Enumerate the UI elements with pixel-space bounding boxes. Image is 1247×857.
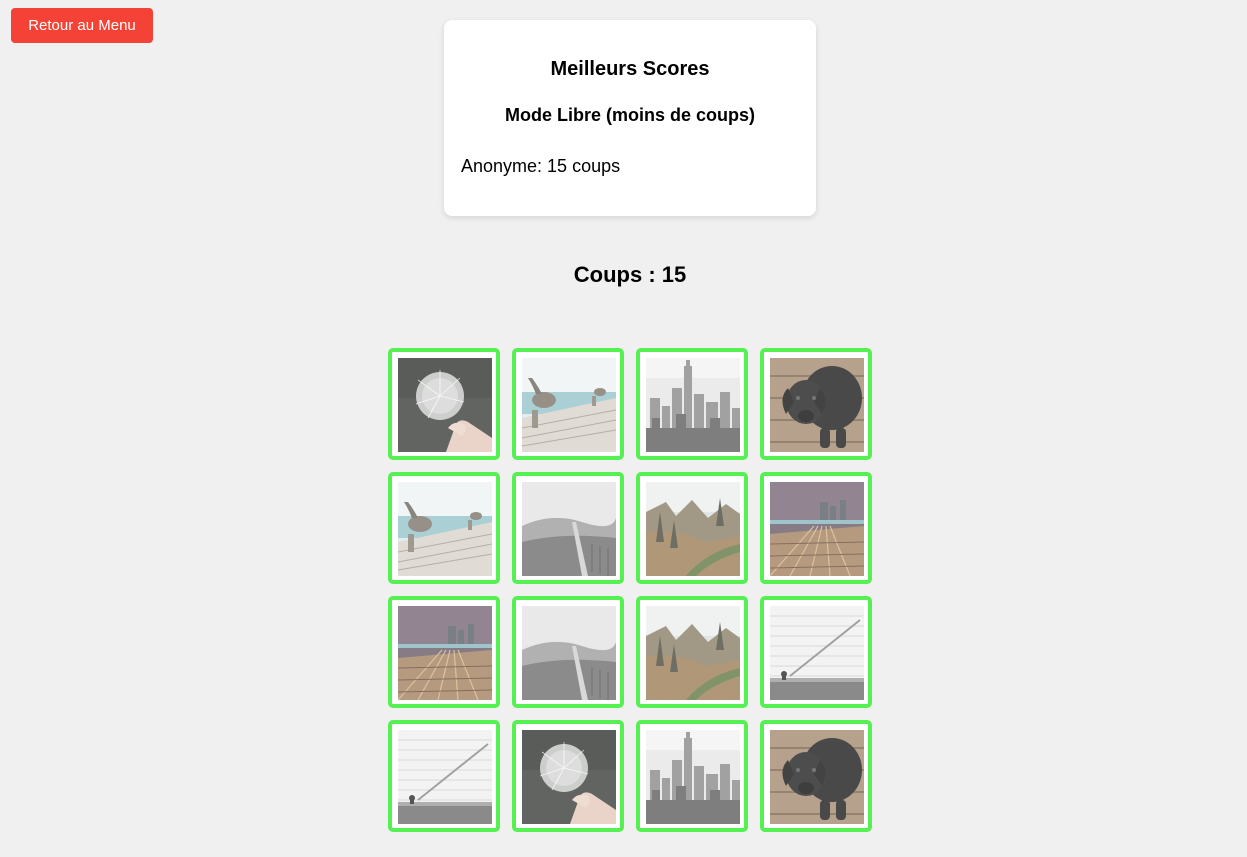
city-skyline-image: [646, 730, 740, 824]
pelican-pier-image: [398, 482, 492, 576]
high-scores-panel: Meilleurs Scores Mode Libre (moins de co…: [444, 20, 816, 216]
memory-card[interactable]: [636, 348, 748, 460]
scores-list: Anonyme: 15 coups: [461, 156, 620, 177]
memory-card[interactable]: [388, 472, 500, 584]
black-dog-image: [770, 730, 864, 824]
autumn-forest-image: [646, 482, 740, 576]
autumn-forest-image: [646, 606, 740, 700]
railway-dusk-image: [770, 482, 864, 576]
memory-card[interactable]: [512, 720, 624, 832]
memory-card[interactable]: [512, 596, 624, 708]
black-dog-image: [770, 358, 864, 452]
score-entry: Anonyme: 15 coups: [461, 156, 621, 176]
hills-path-image: [522, 482, 616, 576]
memory-card[interactable]: [636, 720, 748, 832]
back-to-menu-button[interactable]: Retour au Menu: [11, 8, 153, 43]
pelican-pier-image: [522, 358, 616, 452]
memory-card[interactable]: [636, 472, 748, 584]
memory-card[interactable]: [388, 348, 500, 460]
memory-card[interactable]: [512, 348, 624, 460]
memory-card[interactable]: [636, 596, 748, 708]
memory-board: [388, 348, 872, 832]
memory-card[interactable]: [388, 596, 500, 708]
memory-card[interactable]: [760, 472, 872, 584]
memory-card[interactable]: [388, 720, 500, 832]
memory-card[interactable]: [760, 348, 872, 460]
moves-counter: Coups : 15: [573, 262, 687, 287]
white-wall-stairs-image: [398, 730, 492, 824]
high-scores-title: Meilleurs Scores: [550, 58, 710, 80]
white-wall-stairs-image: [770, 606, 864, 700]
hills-path-image: [522, 606, 616, 700]
memory-card[interactable]: [760, 720, 872, 832]
memory-card[interactable]: [512, 472, 624, 584]
score-mode-title: Mode Libre (moins de coups): [504, 105, 755, 125]
dandelion-image: [522, 730, 616, 824]
memory-card[interactable]: [760, 596, 872, 708]
city-skyline-image: [646, 358, 740, 452]
railway-dusk-image: [398, 606, 492, 700]
dandelion-image: [398, 358, 492, 452]
